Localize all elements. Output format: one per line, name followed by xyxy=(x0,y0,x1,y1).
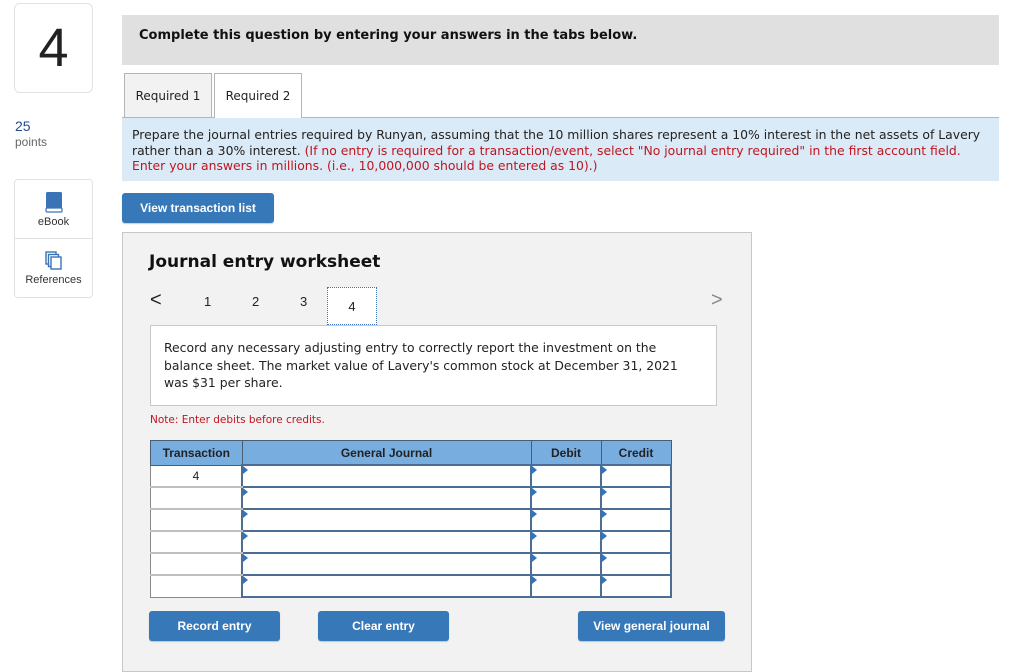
clear-entry-button[interactable]: Clear entry xyxy=(318,611,449,641)
header-transaction: Transaction xyxy=(150,440,243,466)
transaction-cell xyxy=(150,486,243,510)
account-select[interactable] xyxy=(241,464,532,488)
banner-text: Complete this question by entering your … xyxy=(139,28,638,43)
pager-page-1[interactable]: 1 xyxy=(204,294,211,309)
header-general-journal: General Journal xyxy=(241,440,532,466)
header-debit: Debit xyxy=(530,440,602,466)
ebook-button[interactable]: eBook xyxy=(15,180,92,238)
journal-table: Transaction General Journal Debit Credit… xyxy=(150,440,672,598)
view-general-journal-button[interactable]: View general journal xyxy=(578,611,725,641)
account-select[interactable] xyxy=(241,552,532,576)
pager-prev-button[interactable]: < xyxy=(150,289,162,312)
credit-input[interactable] xyxy=(600,574,672,598)
tab-required-1[interactable]: Required 1 xyxy=(124,73,212,117)
table-header-row: Transaction General Journal Debit Credit xyxy=(150,440,672,466)
debit-input[interactable] xyxy=(530,530,602,554)
account-select[interactable] xyxy=(241,574,532,598)
journal-entry-worksheet: Journal entry worksheet < 1 2 3 4 > Reco… xyxy=(122,232,752,672)
debits-note: Note: Enter debits before credits. xyxy=(150,414,325,426)
tab-required-2[interactable]: Required 2 xyxy=(214,73,302,118)
header-credit: Credit xyxy=(600,440,672,466)
debit-input[interactable] xyxy=(530,574,602,598)
references-button[interactable]: References xyxy=(15,238,92,297)
points-block: 25 points xyxy=(15,118,47,149)
table-row xyxy=(150,486,672,510)
question-number-box: 4 xyxy=(14,3,93,93)
transaction-cell: 4 xyxy=(150,464,243,488)
debit-input[interactable] xyxy=(530,464,602,488)
tools-panel: eBook References xyxy=(14,179,93,298)
account-select[interactable] xyxy=(241,486,532,510)
view-transaction-list-button[interactable]: View transaction list xyxy=(122,193,274,223)
references-icon xyxy=(44,250,62,270)
pager-page-4-current[interactable]: 4 xyxy=(327,287,377,325)
transaction-cell xyxy=(150,574,243,598)
credit-input[interactable] xyxy=(600,508,672,532)
table-row: 4 xyxy=(150,464,672,488)
instruction-banner: Complete this question by entering your … xyxy=(122,15,999,65)
debit-input[interactable] xyxy=(530,486,602,510)
requirement-instructions: Prepare the journal entries required by … xyxy=(122,117,999,181)
transaction-prompt: Record any necessary adjusting entry to … xyxy=(150,325,717,406)
credit-input[interactable] xyxy=(600,552,672,576)
account-select[interactable] xyxy=(241,508,532,532)
pager-page-2[interactable]: 2 xyxy=(252,294,259,309)
references-label: References xyxy=(25,273,82,286)
debit-input[interactable] xyxy=(530,508,602,532)
record-entry-button[interactable]: Record entry xyxy=(149,611,280,641)
transaction-cell xyxy=(150,530,243,554)
question-number: 4 xyxy=(38,18,69,78)
table-row xyxy=(150,574,672,598)
transaction-cell xyxy=(150,508,243,532)
worksheet-title: Journal entry worksheet xyxy=(149,252,381,272)
transaction-cell xyxy=(150,552,243,576)
tab-label: Required 2 xyxy=(225,89,291,103)
account-select[interactable] xyxy=(241,530,532,554)
table-row xyxy=(150,530,672,554)
pager-page-3[interactable]: 3 xyxy=(300,294,307,309)
ebook-label: eBook xyxy=(37,215,70,228)
points-label: points xyxy=(15,135,48,149)
tab-label: Required 1 xyxy=(135,88,201,103)
credit-input[interactable] xyxy=(600,486,672,510)
credit-input[interactable] xyxy=(600,464,672,488)
pager-next-button[interactable]: > xyxy=(711,289,723,312)
table-row xyxy=(150,552,672,576)
points-value: 25 xyxy=(15,118,31,134)
book-icon xyxy=(44,191,63,213)
table-row xyxy=(150,508,672,532)
debit-input[interactable] xyxy=(530,552,602,576)
credit-input[interactable] xyxy=(600,530,672,554)
